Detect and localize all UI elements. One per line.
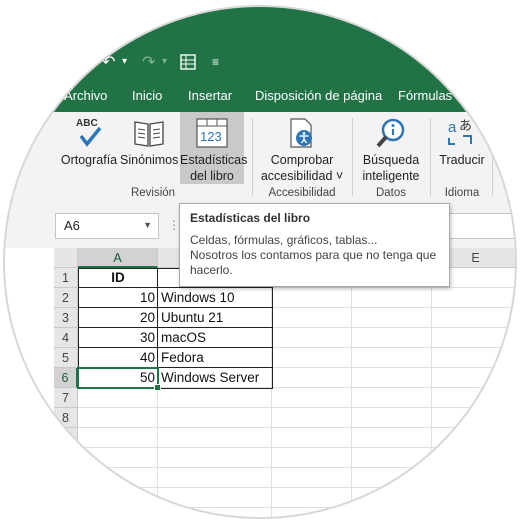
- circle-frame: [3, 5, 517, 519]
